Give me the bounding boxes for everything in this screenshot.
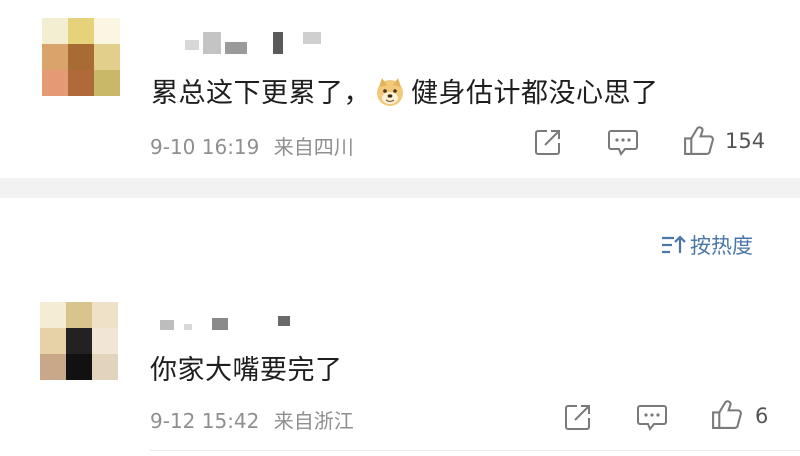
comment-date: 9-12 15:42 xyxy=(150,409,260,433)
comment-text: 累总这下更累了， 健身估计都没心思了 xyxy=(151,71,659,110)
share-icon[interactable] xyxy=(533,127,563,157)
doge-emoji-icon xyxy=(377,78,403,106)
comment-date: 9-10 16:19 xyxy=(150,135,260,159)
comment-location: 来自四川 xyxy=(273,135,354,159)
avatar[interactable] xyxy=(42,18,120,96)
section-divider xyxy=(0,178,800,198)
thumbs-up-icon[interactable] xyxy=(710,398,743,431)
comment-text: 你家大嘴要完了 xyxy=(150,355,343,386)
sort-icon xyxy=(662,235,686,254)
sort-by-hot-button[interactable]: 按热度 xyxy=(660,230,753,260)
like-count: 154 xyxy=(725,129,766,153)
comment-icon[interactable] xyxy=(636,402,668,432)
comment-text-before: 累总这下更累了， xyxy=(151,78,371,109)
sort-label: 按热度 xyxy=(690,234,753,258)
avatar[interactable] xyxy=(40,302,118,380)
comment-icon[interactable] xyxy=(607,127,639,157)
comment-meta: 9-10 16:19 来自四川 xyxy=(150,131,354,160)
like-count: 6 xyxy=(755,404,769,428)
share-icon[interactable] xyxy=(563,402,593,432)
comment-location: 来自浙江 xyxy=(273,409,354,433)
comment-text-after: 健身估计都没心思了 xyxy=(411,78,659,109)
thumbs-up-icon[interactable] xyxy=(682,124,715,157)
username-blurred[interactable] xyxy=(185,32,335,54)
comment-meta: 9-12 15:42 来自浙江 xyxy=(150,405,354,434)
bottom-separator xyxy=(150,450,800,451)
username-blurred[interactable] xyxy=(160,316,300,332)
